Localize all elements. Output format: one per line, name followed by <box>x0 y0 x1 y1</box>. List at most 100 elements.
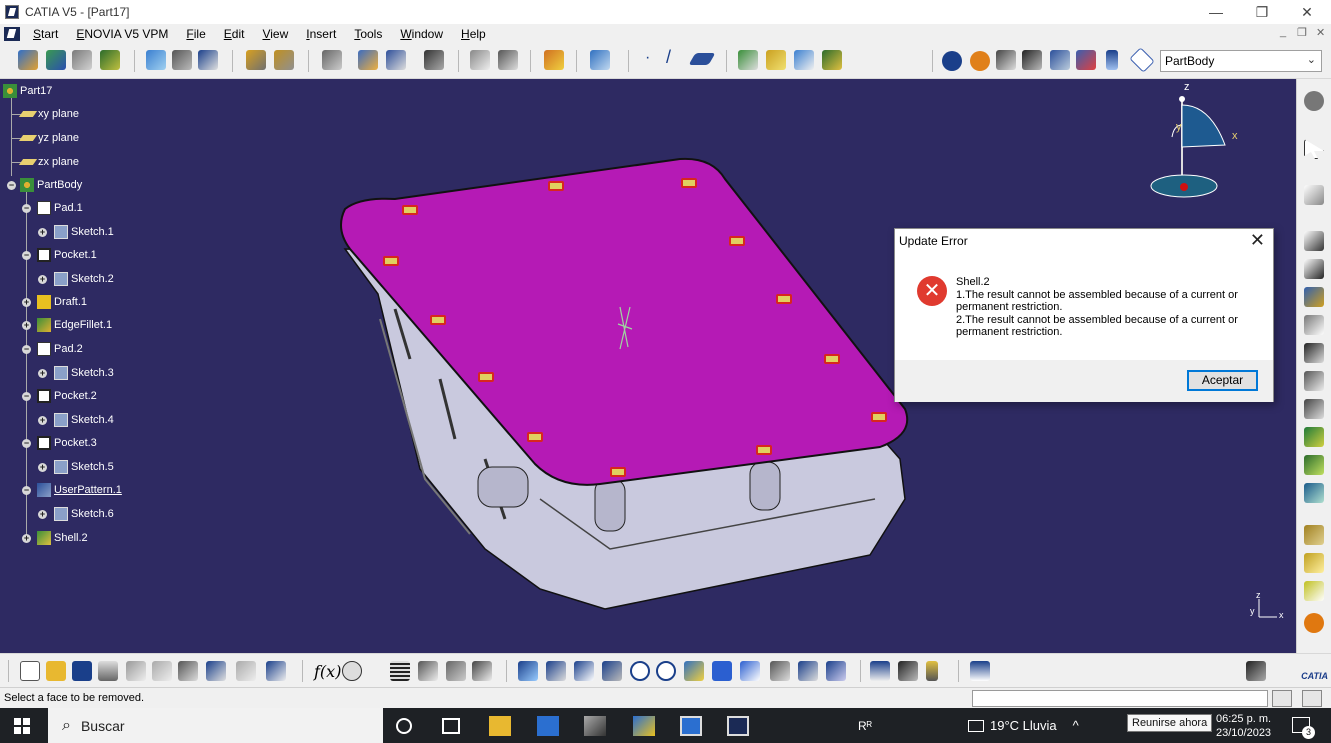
layer-icon[interactable] <box>590 50 610 70</box>
expand-icon[interactable]: + <box>38 275 47 284</box>
macro-icon[interactable] <box>472 661 492 681</box>
shading-icon[interactable] <box>770 661 790 681</box>
constraint-icon[interactable] <box>358 50 378 70</box>
tree-node-sketch-2[interactable]: Sketch.2 <box>54 270 114 288</box>
tree-node-shell-2[interactable]: Shell.2 <box>37 529 88 547</box>
capture-icon[interactable] <box>1246 661 1266 681</box>
tree-node-pocket-1[interactable]: Pocket.1 <box>37 246 97 264</box>
comment-icon[interactable] <box>342 661 362 681</box>
menu-tools[interactable]: Tools <box>345 27 391 41</box>
pad-tool-icon[interactable] <box>246 50 266 70</box>
tree-node-pocket-3[interactable]: Pocket.3 <box>37 434 97 452</box>
compass[interactable]: z y x <box>1150 81 1240 205</box>
collapse-icon[interactable]: − <box>22 486 31 495</box>
store-icon[interactable] <box>537 716 559 736</box>
expand-icon[interactable]: + <box>38 416 47 425</box>
slot-icon[interactable] <box>1304 371 1324 391</box>
scan-icon[interactable] <box>1050 50 1070 70</box>
update-icon[interactable] <box>942 51 962 71</box>
manual-update-icon[interactable] <box>970 51 990 71</box>
body-tool-icon[interactable] <box>794 50 814 70</box>
cut-icon[interactable] <box>126 661 146 681</box>
constraint-marker-icon[interactable] <box>729 236 745 246</box>
catalog-icon[interactable] <box>172 50 192 70</box>
copy-icon[interactable] <box>152 661 172 681</box>
constraint-marker-icon[interactable] <box>681 178 697 188</box>
command-input[interactable] <box>972 690 1268 707</box>
expand-icon[interactable]: + <box>22 298 31 307</box>
app-taskbar-icon[interactable] <box>584 716 606 736</box>
expand-icon[interactable]: + <box>38 510 47 519</box>
collapse-icon[interactable]: − <box>7 181 16 190</box>
catia-taskbar-icon[interactable] <box>727 716 749 736</box>
multi-view-icon[interactable] <box>712 661 732 681</box>
menu-start[interactable]: Start <box>24 27 67 41</box>
measure-item-icon[interactable] <box>898 661 918 681</box>
tree-node-pocket-2[interactable]: Pocket.2 <box>37 387 97 405</box>
split-icon[interactable] <box>1304 525 1324 545</box>
task-view-icon[interactable] <box>442 718 460 734</box>
rib-icon[interactable] <box>1304 343 1324 363</box>
constraint-marker-icon[interactable] <box>430 315 446 325</box>
tree-node-sketch-4[interactable]: Sketch.4 <box>54 411 114 429</box>
taskbar-search[interactable]: ⌕ Buscar <box>48 708 383 743</box>
collapse-icon[interactable]: − <box>22 204 31 213</box>
apply-material-icon[interactable] <box>544 50 564 70</box>
sketch-edit-icon[interactable] <box>1304 185 1324 205</box>
people-icon[interactable]: Rᴿ <box>858 719 872 733</box>
plane-tool-icon[interactable] <box>688 53 716 65</box>
app-taskbar-icon[interactable] <box>633 716 655 736</box>
menu-window[interactable]: Window <box>391 27 452 41</box>
constraint-marker-icon[interactable] <box>383 256 399 266</box>
hide-show-icon[interactable] <box>798 661 818 681</box>
paste-icon[interactable] <box>178 661 198 681</box>
start-menu-icon[interactable] <box>4 26 20 41</box>
swap-visible-space-icon[interactable] <box>826 661 846 681</box>
tree-root[interactable]: Part17 <box>3 82 52 100</box>
zoom-in-icon[interactable] <box>630 661 650 681</box>
iso-view-icon[interactable] <box>740 661 760 681</box>
tree-node-pad-2[interactable]: Pad.2 <box>37 340 83 358</box>
measure-between-icon[interactable] <box>870 661 890 681</box>
menu-file[interactable]: File <box>177 27 214 41</box>
measure-inertia-icon[interactable] <box>926 661 938 681</box>
pocket-feature-icon[interactable] <box>1304 259 1324 279</box>
collapse-icon[interactable]: − <box>22 392 31 401</box>
body-list-icon[interactable] <box>1106 50 1118 70</box>
tree-node-sketch-6[interactable]: Sketch.6 <box>54 505 114 523</box>
formula-icon[interactable]: f(x) <box>314 662 341 681</box>
shell-feature-icon[interactable] <box>1304 483 1324 503</box>
draft-feature-icon[interactable] <box>1304 455 1324 475</box>
app-taskbar-icon[interactable] <box>680 716 702 736</box>
windows-start-icon[interactable] <box>14 718 30 734</box>
define-in-work-object-icon[interactable] <box>1076 50 1096 70</box>
tree-node-yz-plane[interactable]: yz plane <box>18 129 79 147</box>
pocket-tool-icon[interactable] <box>274 50 294 70</box>
collapse-icon[interactable]: − <box>22 345 31 354</box>
tree-node-sketch-1[interactable]: Sketch.1 <box>54 223 114 241</box>
drafting-icon[interactable] <box>100 50 120 70</box>
tree-node-zx-plane[interactable]: zx plane <box>18 153 79 171</box>
tree-node-sketch-5[interactable]: Sketch.5 <box>54 458 114 476</box>
tolerance-icon[interactable] <box>1022 50 1042 70</box>
fly-mode-icon[interactable] <box>518 661 538 681</box>
point-snap-icon[interactable] <box>424 50 444 70</box>
constraint-marker-icon[interactable] <box>756 445 772 455</box>
design-table-icon[interactable] <box>390 661 410 681</box>
whats-this-icon[interactable] <box>198 50 218 70</box>
constraint-marker-icon[interactable] <box>776 294 792 304</box>
point-icon[interactable]: · <box>645 49 650 67</box>
reaction-icon[interactable] <box>446 661 466 681</box>
sketcher-icon[interactable] <box>18 50 38 70</box>
restore-button[interactable]: ❐ <box>1239 0 1285 24</box>
taskbar-clock[interactable]: 06:25 p. m. 23/10/2023 <box>1216 712 1271 740</box>
surface-icon[interactable] <box>766 50 786 70</box>
close-surface-icon[interactable] <box>1304 581 1324 601</box>
chevron-up-icon[interactable]: ^ <box>1073 718 1079 733</box>
analysis-icon[interactable] <box>386 50 406 70</box>
doc-close-button[interactable]: ✕ <box>1316 26 1325 39</box>
normal-view-icon[interactable] <box>684 661 704 681</box>
expand-icon[interactable]: + <box>22 534 31 543</box>
constraint-marker-icon[interactable] <box>871 412 887 422</box>
grid-icon[interactable] <box>498 50 518 70</box>
